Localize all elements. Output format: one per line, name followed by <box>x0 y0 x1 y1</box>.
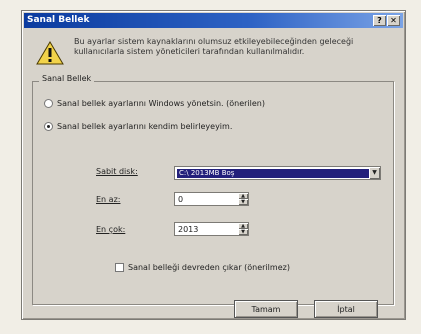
window-title: Sanal Bellek <box>27 15 90 25</box>
max-label: En çok: <box>96 225 126 234</box>
radio-custom-label: Sanal bellek ayarlarını kendim belirleye… <box>57 122 233 131</box>
help-icon: ? <box>377 16 382 25</box>
hard-disk-dropdown[interactable]: C:\ 2013MB Boş ▼ <box>174 166 381 180</box>
min-label: En az: <box>96 195 121 204</box>
help-button[interactable]: ? <box>373 15 386 26</box>
disk-selected-value: C:\ 2013MB Boş <box>177 169 370 178</box>
checkbox-box <box>115 263 124 272</box>
radio-dot-selected <box>44 122 53 131</box>
min-size-input[interactable]: 0 ▲ ▼ <box>174 192 249 206</box>
checkbox-label: Sanal belleği devreden çıkar (önerilmez) <box>128 263 290 272</box>
max-size-value: 2013 <box>178 225 199 234</box>
max-size-input[interactable]: 2013 ▲ ▼ <box>174 222 249 236</box>
ok-button[interactable]: Tamam <box>234 300 298 318</box>
min-size-value: 0 <box>178 195 184 204</box>
disable-virtual-memory-checkbox[interactable]: Sanal belleği devreden çıkar (önerilmez) <box>115 263 290 272</box>
min-spinner: ▲ ▼ <box>238 193 248 205</box>
group-label: Sanal Bellek <box>39 74 95 83</box>
cancel-button[interactable]: İptal <box>314 300 378 318</box>
spin-down-icon[interactable]: ▼ <box>238 229 248 235</box>
spin-down-icon[interactable]: ▼ <box>238 199 248 205</box>
close-button[interactable]: ✕ <box>387 15 400 26</box>
warning-icon <box>36 41 64 65</box>
radio-windows-manage[interactable]: Sanal bellek ayarlarını Windows yönetsin… <box>44 99 265 108</box>
virtual-memory-dialog: Sanal Bellek ? ✕ Bu ayarlar sistem kayna… <box>21 10 406 320</box>
title-bar: Sanal Bellek ? ✕ <box>24 13 403 28</box>
close-icon: ✕ <box>390 16 397 25</box>
chevron-down-icon[interactable]: ▼ <box>369 167 380 179</box>
radio-dot <box>44 99 53 108</box>
disk-label: Sabit disk: <box>96 167 138 176</box>
intro-text: Bu ayarlar sistem kaynaklarını olumsuz e… <box>74 37 354 56</box>
radio-windows-label: Sanal bellek ayarlarını Windows yönetsin… <box>57 99 265 108</box>
max-spinner: ▲ ▼ <box>238 223 248 235</box>
radio-custom-settings[interactable]: Sanal bellek ayarlarını kendim belirleye… <box>44 122 232 131</box>
